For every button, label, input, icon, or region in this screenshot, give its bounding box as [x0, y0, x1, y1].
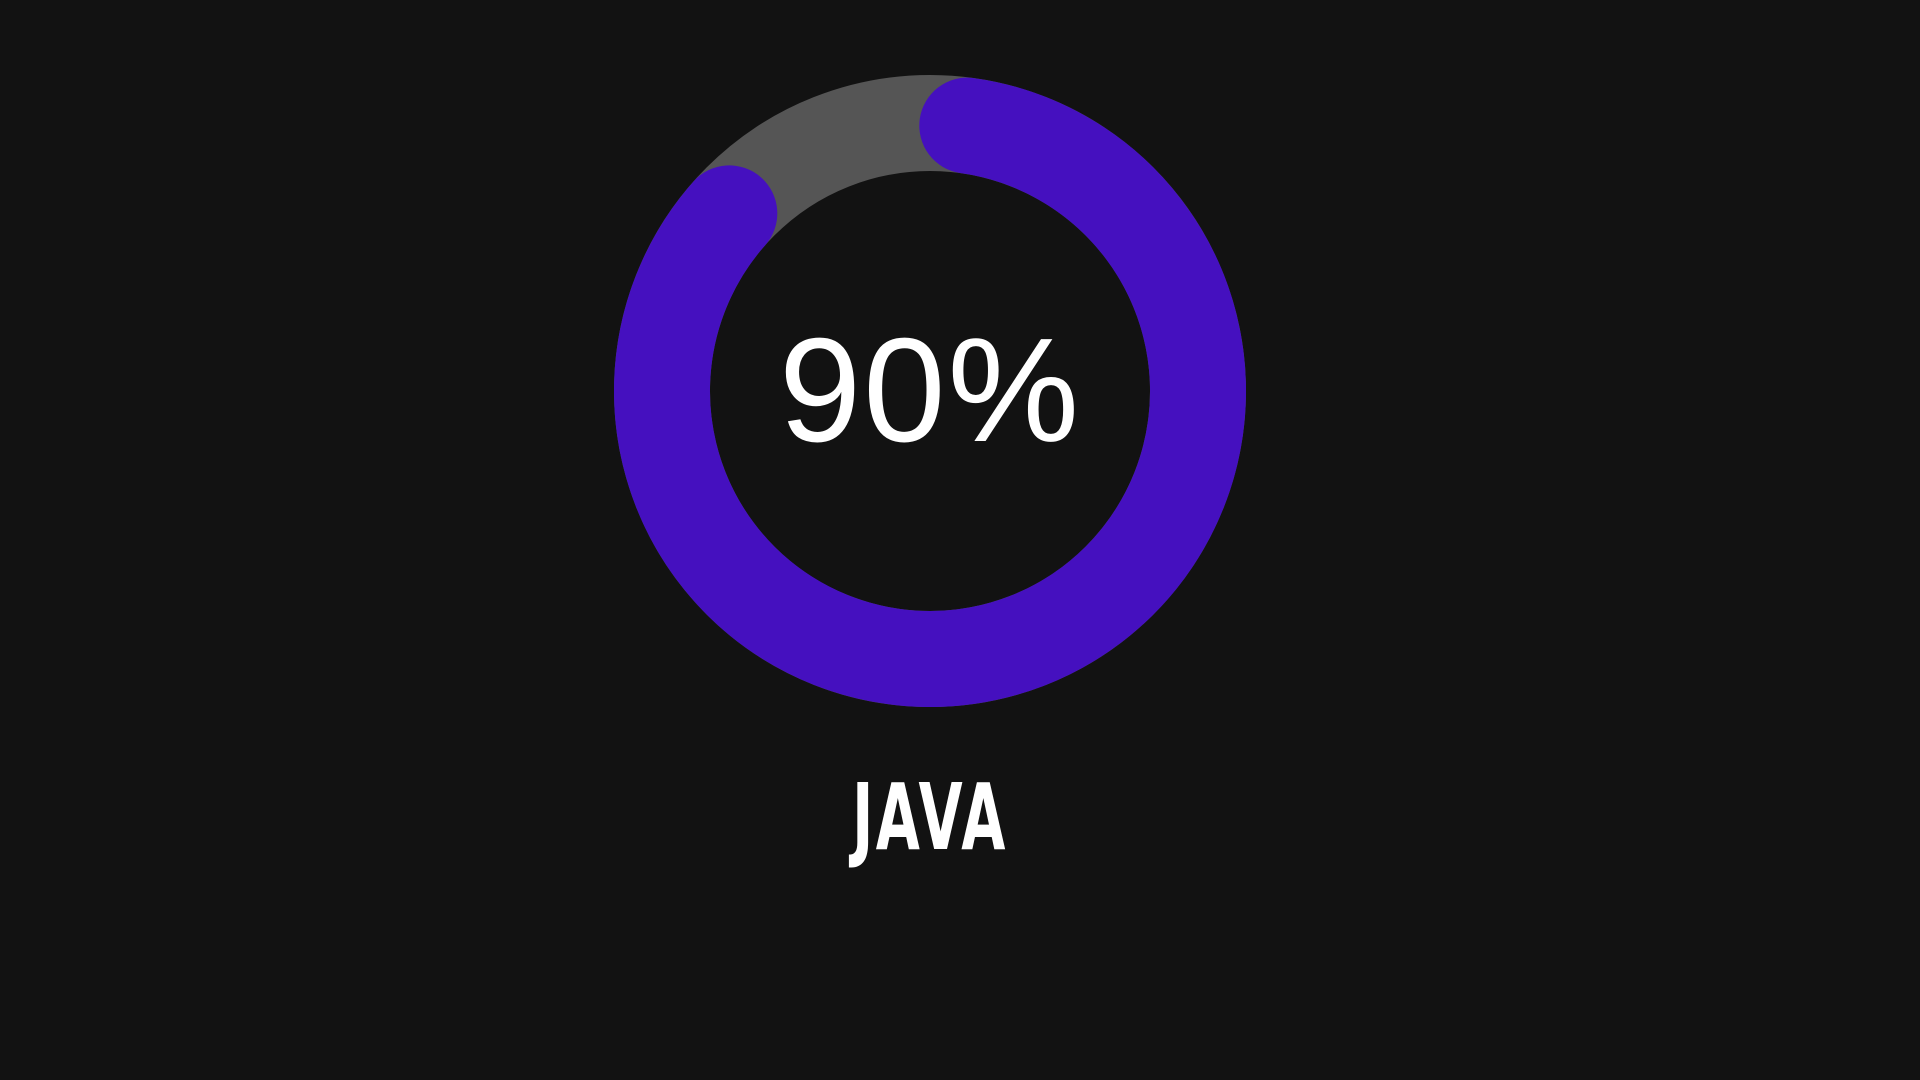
progress-ring: 90% [614, 75, 1246, 707]
skill-progress-widget: 90% JAVA [0, 0, 1920, 1080]
progress-percent: 90% [778, 308, 1082, 473]
skill-name-label: JAVA [852, 764, 1008, 871]
